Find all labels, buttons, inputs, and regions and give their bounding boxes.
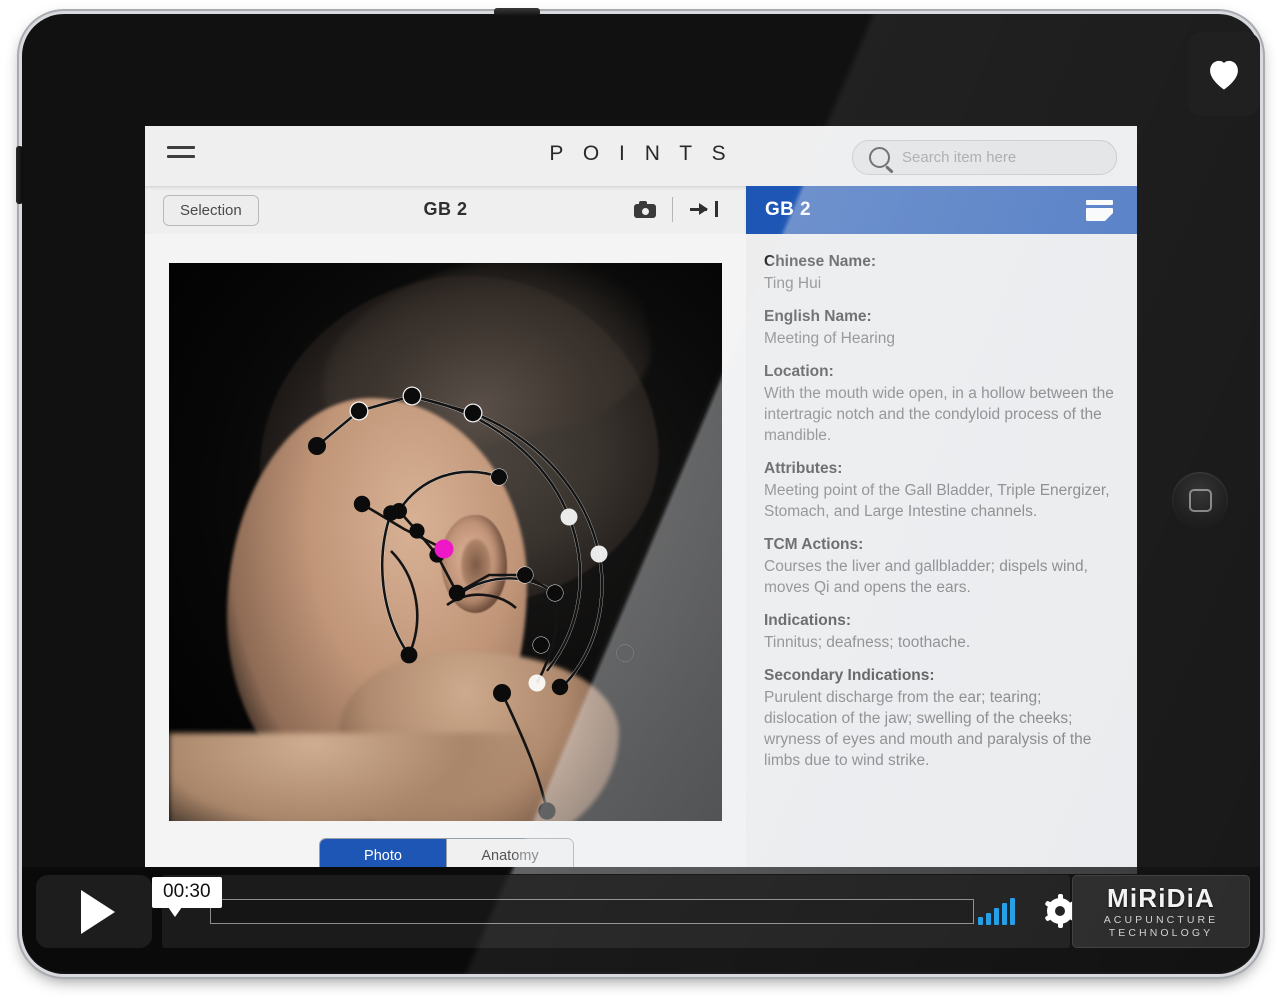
detail-field: Chinese Name: Ting Hui: [764, 252, 1117, 294]
detail-field-key: Secondary Indications:: [764, 667, 935, 685]
detail-field-key: Attributes:: [764, 460, 843, 478]
detail-field: Attributes: Meeting point of the Gall Bla…: [764, 459, 1117, 522]
detail-field: Indications: Tinnitus; deafness; toothach…: [764, 611, 1117, 653]
search-placeholder: Search item here: [902, 149, 1017, 166]
detail-field: Secondary Indications: Purulent discharge…: [764, 666, 1117, 771]
progress-bar[interactable]: [210, 899, 974, 924]
tablet-device: P O I N T S Search item here Selection G…: [16, 8, 1265, 979]
detail-field: English Name: Meeting of Hearing: [764, 307, 1117, 349]
detail-field-key: English Name:: [764, 308, 872, 325]
selected-acupoint: [434, 539, 454, 559]
camera-icon[interactable]: [634, 201, 656, 218]
anatomy-photo[interactable]: [169, 263, 722, 821]
player-control-bar: [162, 875, 1118, 948]
detail-panel-header: GB 2: [746, 186, 1137, 234]
meridian-overlay: [308, 386, 634, 820]
gear-icon[interactable]: [1044, 894, 1076, 928]
home-button[interactable]: [1172, 472, 1228, 528]
detail-field: Location: With the mouth wide open, in a …: [764, 362, 1117, 446]
search-icon: [869, 147, 890, 168]
point-detail-panel: Chinese Name: Ting Hui English Name: Meeti…: [746, 234, 1137, 874]
sub-toolbar: Selection GB 2 GB 2: [145, 186, 1137, 234]
device-side-button[interactable]: [16, 146, 23, 204]
home-button-icon: [1188, 488, 1212, 512]
detail-field: TCM Actions: Courses the liver and gallbl…: [764, 535, 1117, 598]
current-time-tooltip: 00:30: [152, 877, 222, 917]
detail-field-key: Location:: [764, 363, 834, 380]
note-window-icon[interactable]: [1086, 200, 1113, 221]
detail-field-value: Meeting of Hearing: [764, 329, 895, 347]
detail-field-key: TCM Actions:: [764, 536, 864, 554]
image-viewer: Photo Anatomy: [145, 234, 746, 874]
detail-field-value: With the mouth wide open, in a hollow be…: [764, 384, 1114, 445]
brand-line-3: TECHNOLOGY: [1108, 927, 1214, 939]
detail-field-value: Courses the liver and gallbladder; dispe…: [764, 558, 1088, 597]
detail-panel-title: GB 2: [765, 199, 811, 220]
brand-name: MiRiDiA: [1106, 882, 1216, 913]
collapse-panel-icon[interactable]: [690, 200, 718, 218]
brand-line-2: ACUPUNCTURE: [1103, 913, 1219, 926]
detail-field-value: Tinnitus; deafness; toothache.: [764, 634, 971, 652]
detail-field-key: Chinese Name:: [764, 253, 876, 270]
viewer-toolbar: Selection GB 2: [145, 186, 746, 234]
device-top-button[interactable]: [494, 8, 540, 16]
detail-field-value: Ting Hui: [764, 274, 822, 292]
acupoint: [308, 387, 634, 820]
search-input[interactable]: Search item here: [852, 140, 1117, 175]
detail-field-value: Meeting point of the Gall Bladder, Tripl…: [764, 482, 1110, 521]
detail-field-value: Purulent discharge from the ear; tearing…: [764, 689, 1092, 770]
detail-field-key: Indications:: [764, 612, 851, 630]
play-button[interactable]: [36, 875, 152, 948]
play-icon: [80, 889, 115, 934]
volume-bars-icon[interactable]: [978, 897, 1015, 925]
brand-logo: MiRiDiA ACUPUNCTURE TECHNOLOGY: [1072, 875, 1250, 948]
favorite-button[interactable]: [1188, 32, 1260, 116]
app-header: P O I N T S Search item here: [145, 126, 1137, 187]
app-screen: P O I N T S Search item here Selection G…: [145, 126, 1137, 874]
heart-icon: [1210, 60, 1238, 90]
toolbar-divider: [672, 197, 673, 222]
